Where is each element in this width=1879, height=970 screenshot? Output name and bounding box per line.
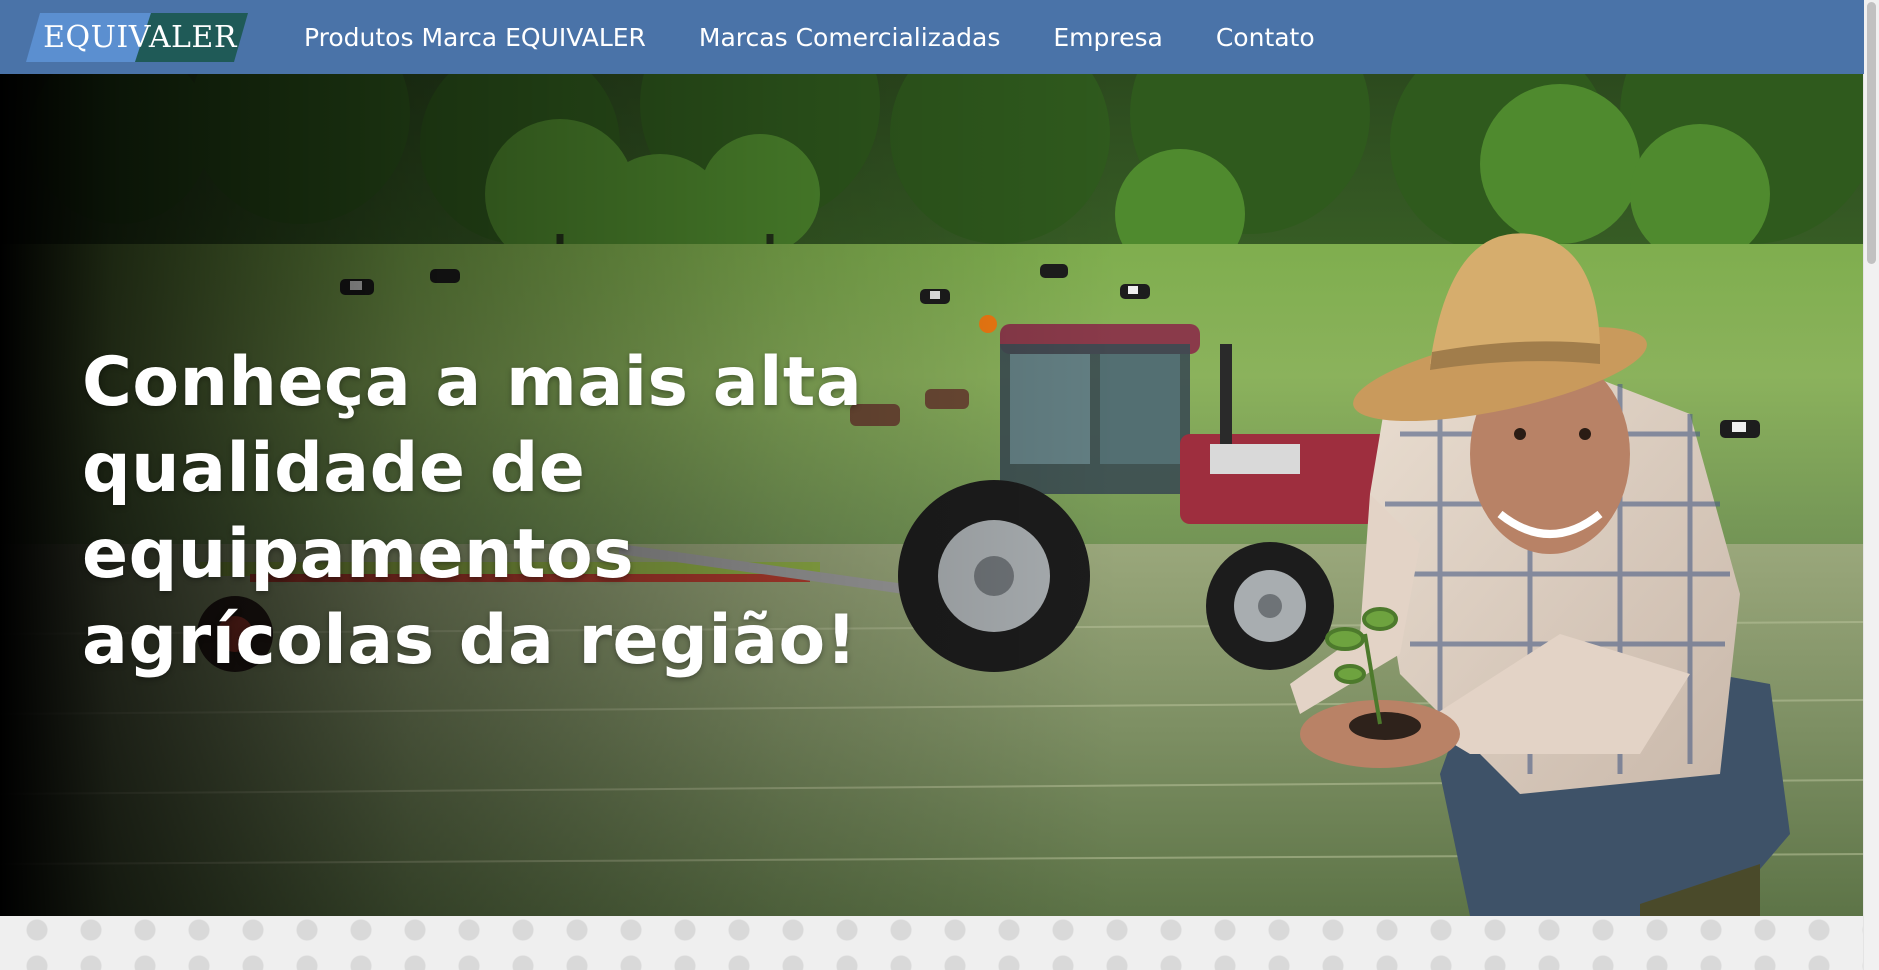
logo-text: EQUIVALER [43, 19, 237, 55]
hero-headline: Conheça a mais alta qualidade de equipam… [82, 340, 1142, 684]
logo-link[interactable]: EQUIVALER [26, 12, 248, 62]
site-header: EQUIVALER Produtos Marca EQUIVALER Marca… [0, 0, 1864, 74]
nav-link-empresa[interactable]: Empresa [1053, 23, 1162, 52]
vertical-scrollbar[interactable] [1863, 0, 1879, 970]
hero-headline-line-1: Conheça a mais alta [82, 343, 863, 422]
hero-headline-line-2: qualidade de equipamentos [82, 429, 635, 594]
main-nav: Produtos Marca EQUIVALER Marcas Comercia… [304, 23, 1368, 52]
hero-headline-line-3: agrícolas da região! [82, 601, 858, 680]
nav-link-contato[interactable]: Contato [1216, 23, 1315, 52]
scrollbar-thumb[interactable] [1867, 2, 1876, 264]
hero-section: Conheça a mais alta qualidade de equipam… [0, 74, 1864, 916]
dot-pattern-section [0, 916, 1864, 970]
page: EQUIVALER Produtos Marca EQUIVALER Marca… [0, 0, 1879, 970]
nav-link-produtos[interactable]: Produtos Marca EQUIVALER [304, 23, 646, 52]
nav-link-marcas[interactable]: Marcas Comercializadas [699, 23, 1000, 52]
